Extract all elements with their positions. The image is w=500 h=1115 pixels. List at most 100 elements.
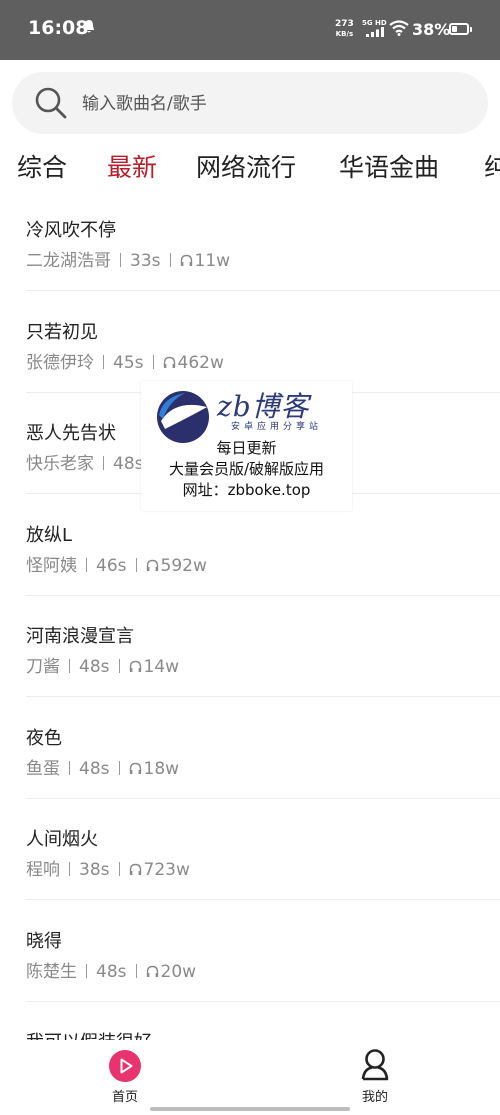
song-duration: 48s (96, 961, 127, 982)
song-title: 河南浪漫宣言 (26, 626, 134, 647)
watermark-line-1: 每日更新 (216, 439, 277, 457)
song-artist: 张德伊玲 (26, 352, 94, 373)
status-bar: 16:08 273 KB/s 5G HD 38% (0, 0, 500, 60)
battery-tip (470, 27, 472, 32)
song-plays: 18w (143, 758, 180, 779)
meta-separator (118, 760, 120, 775)
song-duration: 38s (79, 860, 110, 880)
tab-comprehensive[interactable]: 综合 (17, 148, 67, 184)
watermark-line-3: 网址：zbboke.top (182, 481, 311, 499)
song-item[interactable]: 夜色鱼蛋 48s 18w (0, 698, 500, 799)
wifi-icon (389, 20, 409, 36)
meta-separator (69, 659, 70, 673)
net-speed-value: 273 (335, 19, 354, 29)
song-artist: 刀酱 (26, 657, 60, 677)
nav-mine-label: 我的 (361, 1090, 388, 1105)
song-title: 放纵L (26, 524, 73, 546)
meta-separator (118, 862, 120, 876)
tab-network-popular[interactable]: 网络流行 (196, 148, 296, 184)
song-duration: 48s (79, 657, 110, 677)
headphone-icon (129, 863, 141, 875)
song-artist: 二龙湖浩哥 (26, 251, 111, 271)
meta-separator (69, 760, 70, 775)
tab-chinese-classics[interactable]: 华语金曲 (339, 148, 439, 184)
status-time: 16:08 (28, 17, 89, 39)
song-meta: 程响 38s 723w (26, 855, 190, 880)
meta-separator (135, 557, 137, 572)
watermark-subtitle: 安卓应用分享站 (231, 422, 323, 432)
song-item[interactable]: 只若初见张德伊玲 45s 462w (0, 292, 500, 393)
bottom-nav: 首页 我的 (0, 1040, 500, 1115)
category-tabs: 综合 最新 网络流行 华语金曲 纯 (0, 140, 500, 190)
song-artist: 怪阿姨 (26, 555, 77, 576)
tab-latest[interactable]: 最新 (107, 148, 157, 184)
headphone-icon (163, 356, 175, 368)
watermark: zb博客 安卓应用分享站 每日更新 大量会员版/破解版应用 网址：zbboke.… (141, 381, 352, 511)
song-meta: 快乐老家 48s (26, 449, 144, 474)
meta-separator (135, 963, 137, 978)
meta-separator (152, 354, 154, 369)
headphone-icon (146, 965, 158, 977)
song-meta: 怪阿姨 46s 592w (26, 551, 207, 576)
meta-separator (169, 253, 171, 267)
song-title: 夜色 (26, 727, 62, 749)
nav-home[interactable]: 首页 (75, 1048, 175, 1108)
meta-separator (103, 354, 104, 369)
headphone-icon (129, 762, 141, 774)
song-duration: 46s (96, 555, 127, 576)
song-item[interactable]: 人间烟火 程响 38s 723w (0, 799, 500, 900)
meta-separator (103, 456, 104, 470)
meta-separator (86, 557, 87, 572)
search-bar[interactable] (12, 72, 488, 134)
song-duration: 48s (113, 454, 144, 474)
nav-home-label: 首页 (111, 1090, 138, 1105)
network-type: 5G HD (362, 19, 387, 27)
song-plays: 723w (143, 860, 190, 880)
song-meta: 陈楚生 48s 20w (26, 957, 196, 982)
home-indicator[interactable] (150, 1107, 350, 1111)
headphone-icon (129, 660, 141, 672)
song-duration: 48s (79, 758, 110, 779)
meta-separator (118, 659, 120, 673)
battery-icon (449, 23, 469, 35)
song-title: 恶人先告状 (26, 423, 116, 444)
play-icon (109, 1050, 141, 1082)
search-icon (35, 87, 67, 119)
song-artist: 鱼蛋 (26, 758, 60, 779)
tab-pure[interactable]: 纯 (484, 148, 500, 184)
song-artist: 陈楚生 (26, 961, 77, 982)
song-duration: 33s (130, 251, 161, 271)
song-title: 冷风吹不停 (26, 220, 116, 241)
song-title: 只若初见 (26, 321, 98, 343)
song-duration: 45s (113, 352, 144, 373)
song-meta: 张德伊玲 45s 462w (26, 348, 224, 373)
song-title: 晓得 (26, 930, 62, 952)
song-plays: 14w (143, 657, 180, 677)
song-meta: 刀酱 48s 14w (26, 652, 179, 677)
song-item[interactable]: 河南浪漫宣言 刀酱 48s 14w (0, 596, 500, 697)
song-plays: 11w (194, 251, 231, 271)
song-meta: 鱼蛋 48s 18w (26, 754, 179, 779)
net-speed: 273 KB/s (335, 19, 354, 39)
song-item[interactable]: 晓得陈楚生 48s 20w (0, 901, 500, 1002)
battery-percent: 38% (412, 20, 451, 39)
headphone-icon (146, 559, 158, 571)
meta-separator (69, 862, 70, 876)
song-artist: 程响 (26, 860, 60, 880)
net-speed-unit: KB/s (335, 30, 354, 38)
song-artist: 快乐老家 (26, 454, 94, 474)
headphone-icon (180, 254, 192, 266)
user-icon (361, 1049, 389, 1081)
watermark-line-2: 大量会员版/破解版应用 (168, 460, 325, 478)
signal-icon (366, 27, 384, 37)
search-input[interactable] (80, 84, 464, 124)
song-plays: 20w (160, 961, 197, 982)
nav-mine[interactable]: 我的 (325, 1048, 425, 1108)
song-meta: 二龙湖浩哥 33s 11w (26, 246, 230, 271)
meta-separator (120, 253, 121, 267)
song-plays: 592w (160, 555, 207, 576)
song-item[interactable]: 冷风吹不停二龙湖浩哥 33s 11w (0, 190, 500, 291)
battery-fill (452, 26, 457, 32)
notification-icon (84, 20, 94, 33)
song-plays: 462w (177, 352, 224, 373)
